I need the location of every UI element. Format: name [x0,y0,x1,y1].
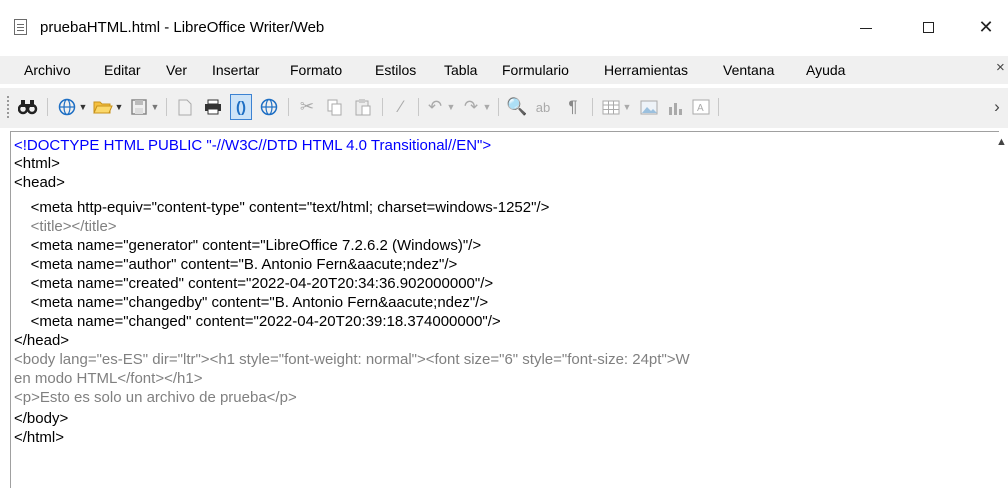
web-preview-icon[interactable] [258,94,280,120]
autocorrect-icon[interactable]: ab [532,94,554,120]
menu-bar: Archivo Editar Ver Insertar Formato Esti… [0,56,1008,84]
minimize-icon [860,28,872,29]
source-line-meta-changed: <meta name="changed" content="2022-04-20… [14,313,501,330]
toolbar-separator [498,98,499,116]
menu-editar[interactable]: Editar [104,62,141,78]
close-button[interactable]: ✕ [960,0,1008,55]
toolbar-overflow-icon[interactable]: › [990,94,1004,120]
source-line-body-open: <body lang="es-ES" dir="ltr"><h1 style="… [14,351,690,368]
cut-icon[interactable]: ✂ [296,94,318,120]
formatting-marks-icon[interactable]: ¶ [562,94,584,120]
source-line-head-open: <head> [14,174,65,191]
insert-chart-icon[interactable] [664,94,686,120]
save-icon[interactable] [128,94,150,120]
menu-tabla[interactable]: Tabla [444,62,477,78]
toolbar-separator [166,98,167,116]
insert-table-icon[interactable] [600,94,622,120]
open-folder-icon[interactable] [92,94,114,120]
menu-archivo[interactable]: Archivo [24,62,71,78]
paste-icon[interactable] [352,94,374,120]
chevron-down-icon[interactable]: ▼ [622,94,632,120]
clone-formatting-icon[interactable]: ⁄ [390,94,412,120]
export-pdf-icon[interactable] [174,94,196,120]
chevron-down-icon[interactable]: ▼ [446,94,456,120]
window-title-bar[interactable]: pruebaHTML.html - LibreOffice Writer/Web… [0,0,1008,55]
standard-toolbar: ▼ ▼ ▼ () ✂ ⁄ ↶ ▼ ↷ ▼ 🔍 ab ¶ ▼ A › [0,88,1008,128]
source-line-meta-author: <meta name="author" content="B. Antonio … [14,256,458,273]
menu-estilos[interactable]: Estilos [375,62,416,78]
maximize-icon [922,22,934,33]
menu-ayuda[interactable]: Ayuda [806,62,845,78]
minimize-button[interactable] [840,0,892,55]
toolbar-separator [718,98,719,116]
toolbar-separator [288,98,289,116]
chevron-down-icon[interactable]: ▼ [114,94,124,120]
copy-icon[interactable] [324,94,346,120]
chevron-down-icon[interactable]: ▼ [482,94,492,120]
maximize-button[interactable] [902,0,954,55]
scroll-up-icon[interactable]: ▲ [996,136,1007,148]
find-replace-icon[interactable] [16,94,40,120]
menu-ventana[interactable]: Ventana [723,62,774,78]
chevron-down-icon[interactable]: ▼ [78,94,88,120]
toolbar-separator [418,98,419,116]
menu-insertar[interactable]: Insertar [212,62,259,78]
menu-close-document-icon[interactable]: × [996,59,1005,76]
source-line-paragraph: <p>Esto es solo un archivo de prueba</p> [14,389,297,406]
html-source-icon[interactable]: () [230,94,252,120]
menu-ver[interactable]: Ver [166,62,187,78]
undo-icon[interactable]: ↶ [424,94,446,120]
source-line-head-close: </head> [14,332,70,349]
insert-image-icon[interactable] [638,94,660,120]
menu-formato[interactable]: Formato [290,62,342,78]
toolbar-grip[interactable] [7,96,11,118]
web-browser-icon[interactable] [56,94,78,120]
source-line-title: <title></title> [14,218,117,235]
menu-herramientas[interactable]: Herramientas [604,62,688,78]
print-icon[interactable] [202,94,224,120]
window-title: pruebaHTML.html - LibreOffice Writer/Web [40,19,325,36]
svg-text:A: A [697,103,704,114]
source-line-meta-content-type: <meta http-equiv="content-type" content=… [14,199,550,216]
source-line-meta-created: <meta name="created" content="2022-04-20… [14,275,494,292]
writer-web-document-icon [14,19,27,35]
toolbar-separator [592,98,593,116]
source-line-doctype: <!DOCTYPE HTML PUBLIC "-//W3C//DTD HTML … [14,137,492,154]
chevron-down-icon[interactable]: ▼ [150,94,160,120]
source-line-html-open: <html> [14,155,60,172]
menu-formulario[interactable]: Formulario [502,62,569,78]
spelling-icon[interactable]: 🔍 [506,94,528,120]
source-line-meta-changedby: <meta name="changedby" content="B. Anton… [14,294,489,311]
toolbar-separator [47,98,48,116]
redo-icon[interactable]: ↷ [460,94,482,120]
source-line-body-close: </body> [14,410,69,427]
source-line-html-close: </html> [14,429,65,446]
source-line-meta-generator: <meta name="generator" content="LibreOff… [14,237,482,254]
source-line-h1-close: en modo HTML</font></h1> [14,370,203,387]
insert-textbox-icon[interactable]: A [690,94,712,120]
toolbar-separator [382,98,383,116]
